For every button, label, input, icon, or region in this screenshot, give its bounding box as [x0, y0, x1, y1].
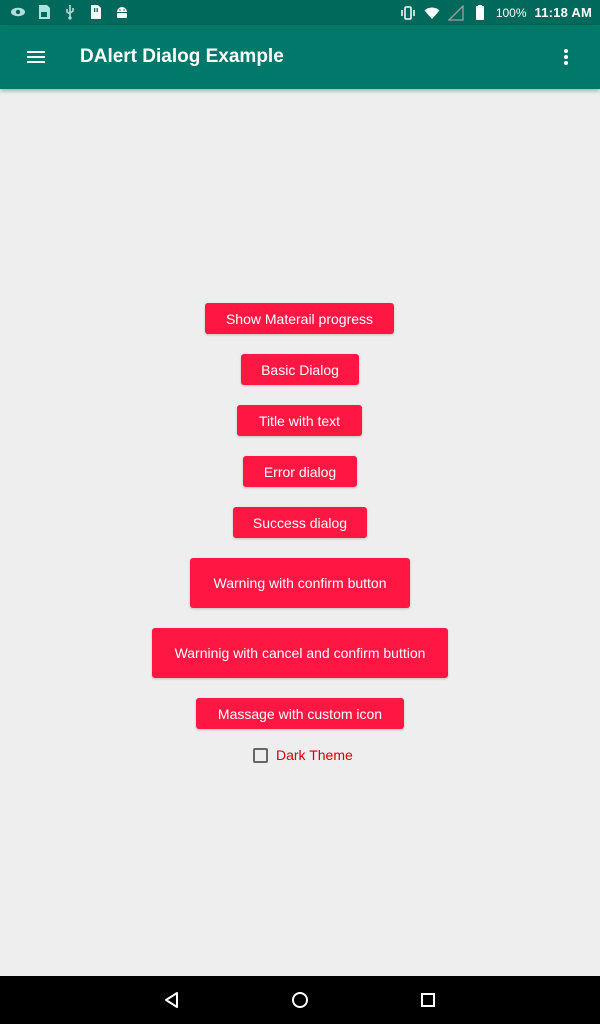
wifi-icon	[424, 7, 440, 19]
status-icons-right: 100% 11:18 AM	[400, 0, 592, 25]
warning-confirm-button[interactable]: Warning with confirm button	[190, 558, 410, 608]
battery-icon	[475, 4, 484, 20]
show-material-progress-button[interactable]: Show Materail progress	[205, 303, 394, 334]
recents-icon	[421, 993, 435, 1007]
eye-icon	[11, 7, 25, 17]
dark-theme-checkbox[interactable]	[253, 747, 268, 763]
success-dialog-button[interactable]: Success dialog	[233, 507, 367, 538]
status-icons-left	[10, 4, 130, 20]
status-bar: 100% 11:18 AM	[0, 0, 600, 25]
dark-theme-label: Dark Theme	[276, 747, 353, 763]
menu-button[interactable]	[14, 37, 58, 77]
warning-cancel-confirm-button[interactable]: Warninig with cancel and confirm buttion	[152, 628, 448, 678]
usb-icon	[66, 5, 74, 20]
android-icon	[117, 7, 127, 18]
overflow-menu-button[interactable]	[548, 39, 584, 75]
title-with-text-button[interactable]: Title with text	[237, 405, 362, 436]
dark-theme-checkbox-row[interactable]: Dark Theme	[253, 745, 353, 765]
signal-icon	[447, 4, 464, 21]
basic-dialog-button[interactable]: Basic Dialog	[241, 354, 359, 385]
back-icon	[165, 992, 178, 1008]
more-vert-icon	[564, 49, 568, 65]
vibrate-icon	[401, 5, 415, 20]
sim-card-icon	[91, 5, 101, 19]
back-button[interactable]	[152, 984, 192, 1016]
battery-percent: 100%	[495, 5, 527, 20]
home-icon	[292, 992, 308, 1008]
error-dialog-button[interactable]: Error dialog	[243, 456, 357, 487]
page-title: DAlert Dialog Example	[80, 46, 284, 67]
custom-icon-message-button[interactable]: Massage with custom icon	[196, 698, 404, 729]
app-toolbar: DAlert Dialog Example	[0, 25, 600, 89]
home-button[interactable]	[280, 984, 320, 1016]
recents-button[interactable]	[408, 984, 448, 1016]
hamburger-menu-icon	[27, 51, 45, 63]
sd-card-icon	[39, 5, 50, 19]
status-time: 11:18 AM	[534, 5, 592, 20]
system-nav-bar	[0, 976, 600, 1024]
